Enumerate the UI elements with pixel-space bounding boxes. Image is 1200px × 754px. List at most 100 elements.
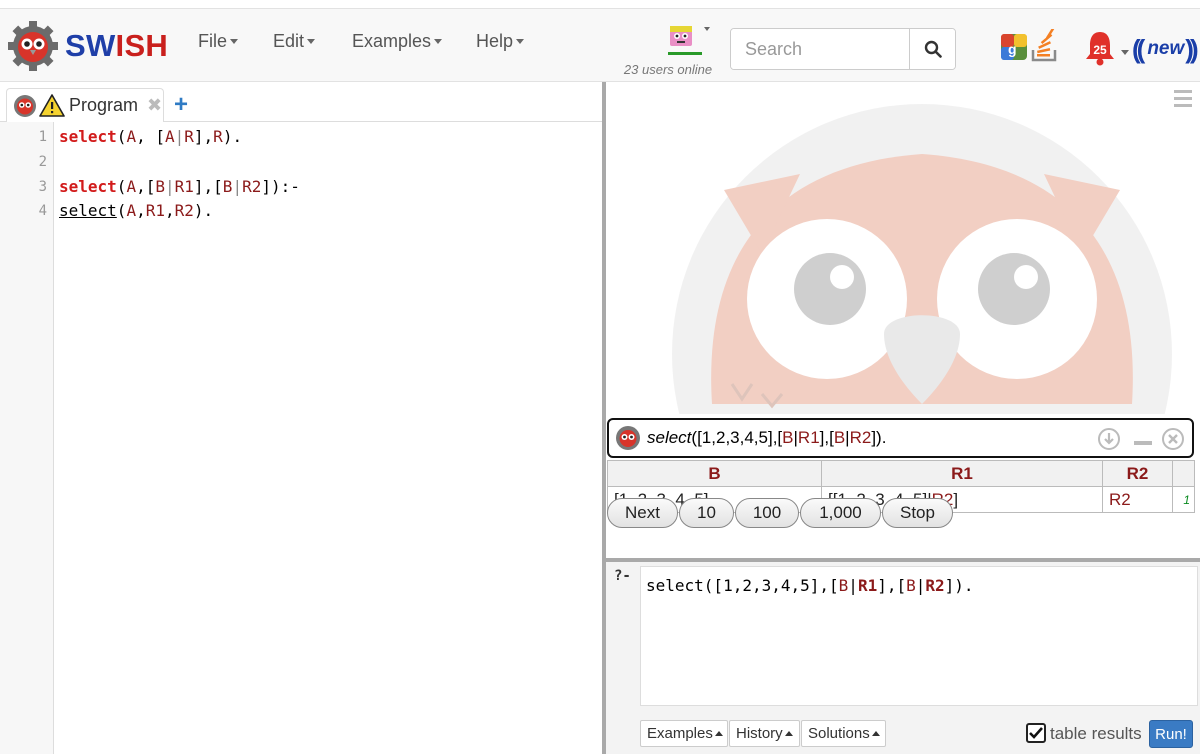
svg-text:g: g [1008,41,1017,57]
caret-down-icon [230,39,239,44]
caret-down-icon [516,39,525,44]
code-token: A [164,127,175,146]
code-token: ( [116,201,127,220]
code-token: ). [193,201,214,220]
code-token: ,[ [136,177,156,196]
query-token: ([1,2,3,4,5],[ [691,428,783,447]
caret-up-icon [714,731,723,736]
navbar: SWISH File Edit Examples Help 23 users o… [0,8,1200,82]
swish-logo-icon [8,21,58,71]
query-token: B [782,428,794,447]
run-button[interactable]: Run! [1149,720,1193,748]
users-online[interactable]: 23 users online [620,19,716,79]
code-token: ( [116,127,127,146]
query-token: select [647,428,692,447]
tab-program[interactable]: Program ✖ [6,88,164,122]
solutions-button[interactable]: Solutions [801,720,886,747]
results-pane: select([1,2,3,4,5],[B|R1],[B|R2]). B R1 [606,82,1200,558]
download-icon[interactable] [1097,427,1121,451]
code-token: R [184,127,194,146]
query-token: | [915,576,926,595]
next-1000-button[interactable]: 1,000 [800,498,881,528]
close-icon[interactable] [1161,427,1185,451]
next-button[interactable]: Next [607,498,678,528]
code-line: select(A,[B|R1],[B|R2]):- [59,177,300,196]
menu-examples[interactable]: Examples [352,31,443,52]
stackoverflow-login-icon[interactable] [1030,29,1058,63]
swish-app: SWISH File Edit Examples Help 23 users o… [0,0,1200,754]
code-token: B [222,177,233,196]
brand[interactable]: SWISH [6,17,168,75]
code-token: A [126,177,137,196]
code-token: select [59,201,117,220]
cell-r2: R2 [1102,486,1173,513]
add-tab-icon[interactable]: + [174,91,188,119]
query-token: R2 [925,576,945,595]
column-header-r2: R2 [1102,460,1173,487]
notifications[interactable]: 25 [1084,29,1132,69]
search-icon [924,40,942,58]
query-token: R1 [857,576,878,595]
query-token: ]). [871,428,887,447]
line-gutter: 1 2 3 4 [0,122,54,754]
column-header-r1: R1 [821,460,1103,487]
next-10-button[interactable]: 10 [679,498,734,528]
line-number: 3 [38,179,47,195]
search-input[interactable] [731,29,909,69]
line-number: 4 [38,203,47,219]
swish-logo-icon [14,94,36,117]
code-token: ). [222,127,243,146]
brand-name: SWISH [65,28,169,63]
menu-edit[interactable]: Edit [273,31,316,52]
caret-up-icon [871,731,880,736]
answer-query-text: select([1,2,3,4,5],[B|R1],[B|R2]). [647,428,886,448]
solution-buttons: Next 10 100 1,000 Stop [607,498,954,528]
next-100-button[interactable]: 100 [735,498,799,528]
table-results-label: table results [1050,724,1142,743]
new-badge[interactable]: ((new)) [1132,33,1199,65]
program-pane: Program ✖ + 1 2 3 4 select(A, [A|R],R). … [0,82,602,754]
code-token: ], [193,127,214,146]
column-header-count [1172,460,1195,487]
code-token: | [164,177,175,196]
search-button[interactable] [909,29,955,69]
code-line: select(A, [A|R],R). [59,127,242,146]
google-login-icon[interactable]: g [1000,31,1028,61]
query-token: R1 [797,428,820,447]
query-token: B [838,576,849,595]
query-token: ]). [944,576,974,595]
answer-query-header: select([1,2,3,4,5],[B|R1],[B|R2]). [607,418,1194,458]
code-token: A [126,127,137,146]
query-token: | [848,576,858,595]
swish-logo-icon [616,426,640,450]
owl-watermark-icon [672,104,1172,414]
line-number: 1 [38,129,47,145]
menu-file[interactable]: File [198,31,239,52]
query-pane: ?- select([1,2,3,4,5],[B|R1],[B|R2]). Ex… [606,562,1200,754]
checkmark-icon [1029,727,1043,739]
menu-help[interactable]: Help [476,31,525,52]
wave-left-icon: (( [1132,33,1145,64]
query-editor[interactable]: select([1,2,3,4,5],[B|R1],[B|R2]). [640,566,1198,706]
stop-button[interactable]: Stop [882,498,953,528]
caret-down-icon [307,39,316,44]
table-results-checkbox[interactable] [1026,723,1046,743]
code-token: R2 [242,177,262,196]
close-icon[interactable]: ✖ [147,95,162,116]
user-avatar-icon [668,26,710,55]
notification-count: 25 [1093,43,1107,57]
code-token: | [232,177,243,196]
minimize-icon[interactable] [1131,427,1155,451]
query-token: B [906,576,916,595]
code-token: R [213,127,223,146]
query-token: ],[ [877,576,907,595]
code-token: , [136,201,146,220]
caret-down-icon [1121,50,1129,55]
examples-button[interactable]: Examples [640,720,728,747]
caret-down-icon [434,39,443,44]
history-button[interactable]: History [729,720,800,747]
code-token: B [155,177,165,196]
program-editor[interactable]: 1 2 3 4 select(A, [A|R],R). select(A,[B|… [0,122,602,754]
menu-toggle-icon[interactable] [1174,90,1192,111]
table-header-row: B R1 R2 [607,460,1195,487]
